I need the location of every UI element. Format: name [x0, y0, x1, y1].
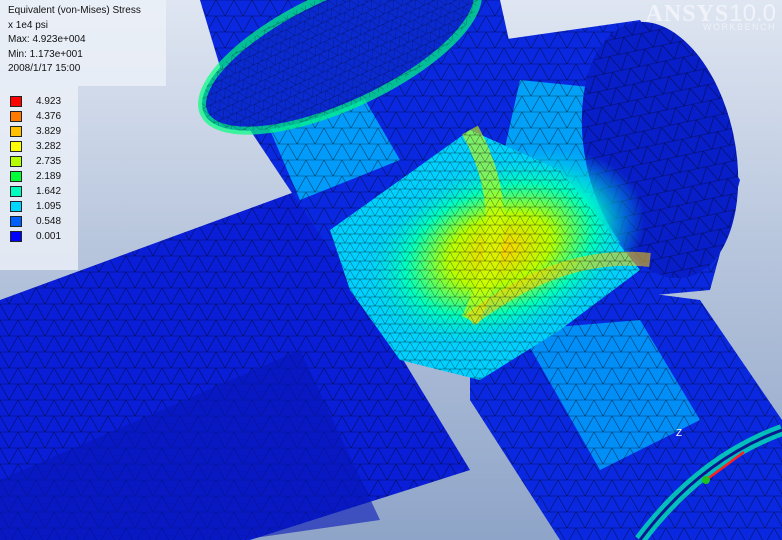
legend-value: 1.095 [36, 201, 62, 212]
legend-row: 4.923 [10, 96, 61, 107]
legend-swatch [10, 156, 22, 167]
legend-swatch [10, 171, 22, 182]
legend-row: 2.189 [10, 171, 61, 182]
stress-legend: 4.923 4.376 3.829 3.282 2.735 2.189 1.64… [0, 86, 78, 270]
legend-swatch [10, 186, 22, 197]
legend-value: 0.001 [36, 231, 62, 242]
triad-z-label: Z [676, 428, 682, 439]
legend-row: 4.376 [10, 111, 61, 122]
legend-swatch [10, 141, 22, 152]
legend-row: 2.735 [10, 156, 61, 167]
result-max: Max: 4.923e+004 [8, 34, 86, 45]
legend-swatch [10, 96, 22, 107]
legend-row: 1.642 [10, 186, 61, 197]
legend-value: 4.923 [36, 96, 62, 107]
result-units: x 1e4 psi [8, 19, 49, 31]
legend-value: 3.829 [36, 126, 62, 137]
legend-value: 0.548 [36, 216, 62, 227]
result-min: Min: 1.173e+001 [8, 48, 83, 60]
legend-row: 0.548 [10, 216, 61, 227]
legend-value: 4.376 [36, 111, 62, 122]
legend-value: 2.735 [36, 156, 62, 167]
legend-swatch [10, 231, 22, 242]
legend-swatch [10, 126, 22, 137]
legend-value: 1.642 [36, 186, 62, 197]
legend-swatch [10, 201, 22, 212]
ansys-workbench-logo: ANSYS10.0 WORKBENCH [646, 0, 776, 32]
legend-value: 3.282 [36, 141, 62, 152]
result-info-panel: Equivalent (von-Mises) Stress x 1e4 psi … [0, 0, 166, 86]
result-date: 2008/1/17 15:00 [8, 63, 81, 74]
legend-row: 0.001 [10, 231, 61, 242]
triad-origin [702, 476, 710, 484]
legend-value: 2.189 [36, 171, 62, 182]
legend-row: 3.829 [10, 126, 61, 137]
legend-row: 1.095 [10, 201, 61, 212]
legend-swatch [10, 216, 22, 227]
legend-row: 3.282 [10, 141, 61, 152]
legend-swatch [10, 111, 22, 122]
result-title: Equivalent (von-Mises) Stress [8, 5, 141, 16]
